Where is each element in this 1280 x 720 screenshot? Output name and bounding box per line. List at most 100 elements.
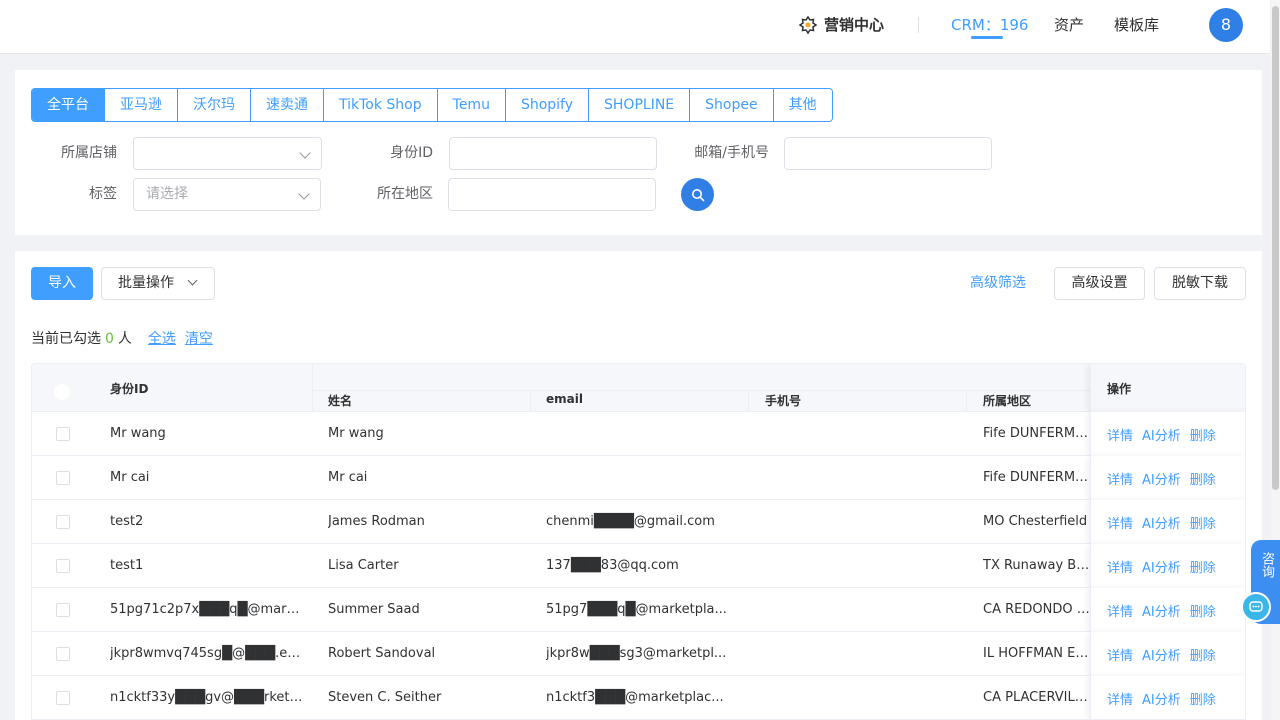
select-all-checkbox[interactable] <box>54 384 70 400</box>
row-actions: 详情 AI分析 删除 <box>1090 676 1245 719</box>
templates-nav-link[interactable]: 模板库 <box>1114 14 1159 36</box>
tab-walmart[interactable]: 沃尔玛 <box>178 89 251 121</box>
actions-column-header: 操作 <box>1090 364 1245 412</box>
ai-analysis-link[interactable]: AI分析 <box>1142 601 1181 620</box>
tab-tiktok-shop[interactable]: TikTok Shop <box>324 89 438 121</box>
cell-name: Mr cai <box>328 470 368 485</box>
column-header-actions: 操作 <box>1107 382 1132 396</box>
platform-tabs: 全平台 亚马逊 沃尔玛 速卖通 TikTok Shop Temu Shopify… <box>31 88 833 122</box>
tag-label: 标签 <box>89 186 117 202</box>
delete-link[interactable]: 删除 <box>1190 469 1216 488</box>
header-divider <box>966 390 967 412</box>
tab-shopline[interactable]: SHOPLINE <box>589 89 691 121</box>
delete-link[interactable]: 删除 <box>1190 689 1216 708</box>
details-link[interactable]: 详情 <box>1107 513 1133 532</box>
row-actions: 详情 AI分析 删除 <box>1090 412 1245 456</box>
selection-summary: 当前已勾选 0 人 全选 清空 <box>31 329 213 349</box>
ai-analysis-link[interactable]: AI分析 <box>1142 425 1181 444</box>
row-checkbox[interactable] <box>56 559 70 573</box>
row-checkbox[interactable] <box>56 691 70 705</box>
tag-select-placeholder: 请选择 <box>146 186 188 202</box>
cell-phone <box>765 588 960 632</box>
tab-amazon[interactable]: 亚马逊 <box>105 89 178 121</box>
ai-analysis-link[interactable]: AI分析 <box>1142 469 1181 488</box>
chevron-down-icon <box>299 147 311 159</box>
advanced-filter-link[interactable]: 高级筛选 <box>970 267 1026 300</box>
table-row: Mr wang Mr wang Fife DUNFERMLINE 详情 AI分析删除 <box>32 412 1245 456</box>
cell-email: 51pg7███q█@marketpla... <box>546 602 727 617</box>
row-checkbox[interactable] <box>56 647 70 661</box>
details-link[interactable]: 详情 <box>1107 601 1133 620</box>
ai-analysis-link[interactable]: AI分析 <box>1142 689 1181 708</box>
crm-nav-link[interactable]: CRM：196 <box>951 14 1028 36</box>
store-label: 所属店铺 <box>61 145 117 161</box>
store-select[interactable] <box>133 137 322 170</box>
ai-analysis-link[interactable]: AI分析 <box>1142 557 1181 576</box>
cell-identity-id: n1cktf33y███gv@███rketplac... <box>110 690 305 705</box>
cell-email: chenmi████@gmail.com <box>546 514 715 529</box>
details-link[interactable]: 详情 <box>1107 689 1133 708</box>
select-all-link[interactable]: 全选 <box>148 329 176 349</box>
details-link[interactable]: 详情 <box>1107 469 1133 488</box>
identity-id-input[interactable] <box>449 137 657 170</box>
tab-temu[interactable]: Temu <box>437 89 506 121</box>
delete-link[interactable]: 删除 <box>1190 513 1216 532</box>
search-button[interactable] <box>681 178 714 211</box>
top-header: 营销中心 CRM：196 资产 模板库 8 <box>0 0 1270 54</box>
masked-download-button[interactable]: 脱敏下载 <box>1154 267 1246 300</box>
cell-name: James Rodman <box>328 514 425 529</box>
chat-icon[interactable] <box>1241 592 1271 622</box>
cell-identity-id: Mr wang <box>110 426 166 441</box>
table-row: Mr cai Mr cai Fife DUNFERMLINE 详情 AI分析删除 <box>32 456 1245 500</box>
contact-input[interactable] <box>784 137 992 170</box>
delete-link[interactable]: 删除 <box>1190 557 1216 576</box>
assets-nav-link[interactable]: 资产 <box>1054 14 1084 36</box>
cell-name: Summer Saad <box>328 602 420 617</box>
row-checkbox[interactable] <box>56 427 70 441</box>
row-checkbox[interactable] <box>56 515 70 529</box>
filter-panel: 全平台 亚马逊 沃尔玛 速卖通 TikTok Shop Temu Shopify… <box>15 70 1262 235</box>
header-group-divider <box>312 390 1090 391</box>
delete-link[interactable]: 删除 <box>1190 601 1216 620</box>
region-input[interactable] <box>448 178 656 211</box>
scrollbar-thumb[interactable] <box>1272 6 1279 490</box>
user-avatar[interactable]: 8 <box>1209 8 1243 42</box>
marketing-center-link[interactable]: 营销中心 <box>798 14 884 36</box>
cell-region: Fife DUNFERMLINE <box>983 426 1090 441</box>
tag-select[interactable]: 请选择 <box>133 178 321 211</box>
clear-selection-link[interactable]: 清空 <box>185 329 213 349</box>
consult-label: 咨询 <box>1259 552 1274 578</box>
ai-analysis-link[interactable]: AI分析 <box>1142 513 1181 532</box>
header-divider <box>748 390 749 412</box>
cell-phone <box>765 456 960 500</box>
customer-list-panel: 导入 批量操作 高级筛选 高级设置 脱敏下载 当前已勾选 0 人 全选 清空 身… <box>15 251 1262 720</box>
ai-analysis-link[interactable]: AI分析 <box>1142 645 1181 664</box>
tab-shopee[interactable]: Shopee <box>690 89 774 121</box>
import-button[interactable]: 导入 <box>31 267 93 300</box>
cell-phone <box>765 632 960 676</box>
cell-identity-id: Mr cai <box>110 470 150 485</box>
delete-link[interactable]: 删除 <box>1190 425 1216 444</box>
column-header-phone: 手机号 <box>765 394 802 408</box>
batch-operations-dropdown[interactable]: 批量操作 <box>101 267 215 300</box>
cell-name: Mr wang <box>328 426 384 441</box>
column-header-name: 姓名 <box>328 394 353 408</box>
header-divider <box>530 390 531 412</box>
details-link[interactable]: 详情 <box>1107 645 1133 664</box>
tab-all-platforms[interactable]: 全平台 <box>32 89 105 121</box>
tab-other[interactable]: 其他 <box>773 89 832 121</box>
advanced-settings-button[interactable]: 高级设置 <box>1054 267 1145 300</box>
cell-phone <box>765 412 960 456</box>
details-link[interactable]: 详情 <box>1107 557 1133 576</box>
cell-email: n1cktf3███@marketplac... <box>546 690 724 705</box>
row-checkbox[interactable] <box>56 603 70 617</box>
tab-shopify[interactable]: Shopify <box>505 89 590 121</box>
chat-bubble-icon <box>1249 601 1263 612</box>
delete-link[interactable]: 删除 <box>1190 645 1216 664</box>
tab-aliexpress[interactable]: 速卖通 <box>251 89 324 121</box>
cell-email <box>546 456 741 500</box>
row-checkbox[interactable] <box>56 471 70 485</box>
details-link[interactable]: 详情 <box>1107 425 1133 444</box>
batch-operations-label: 批量操作 <box>118 275 174 291</box>
table-row: jkpr8wmvq745sg█@███.etpl... Robert Sandov… <box>32 632 1245 676</box>
